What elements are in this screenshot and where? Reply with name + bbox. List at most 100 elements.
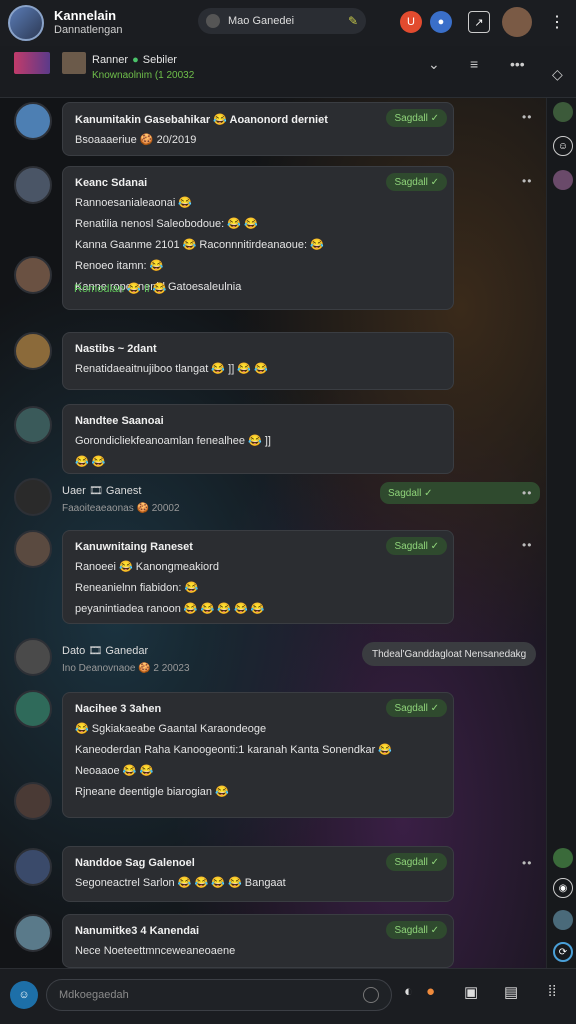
message-line: Kanna Gaanme 2101 😂 Raconnnitirdeanaoue:… <box>75 239 324 251</box>
avatar[interactable] <box>14 914 52 952</box>
message-line: Kaneoderdan Raha Kanoogeonti:1 karanah K… <box>75 744 393 756</box>
message-meta: Faaoiteaeaonas 🍪 20002 <box>62 503 180 514</box>
channel-title: Ranner <box>92 54 129 66</box>
message-meta: Bsoaaaeriue 🍪 20/2019 <box>75 134 197 146</box>
search-icon <box>206 14 220 28</box>
more-icon[interactable]: •• <box>522 486 532 500</box>
message-line: Nece Noeteettmnceweaneoaene <box>75 945 236 957</box>
message-line: peyanintiadea ranoon 😂 😂 😂 😂 😂 <box>75 603 265 615</box>
message-line: Gorondicliekfeanoamlan fenealhee 😂 ]] <box>75 435 271 447</box>
avatar[interactable] <box>14 638 52 676</box>
channel-status: Sebiler <box>142 54 177 66</box>
status-tag[interactable]: Sagdall ✓ <box>386 699 447 717</box>
message-author: Dato 🎞 Ganedar <box>62 645 149 657</box>
right-rail: ☺ ◉ ⟳ <box>546 98 576 968</box>
profile-avatar[interactable] <box>502 7 532 37</box>
message-card[interactable]: Nacihee 3 3ahen 😂 Sgkiakaeabe Gaantal Ka… <box>62 692 454 818</box>
app-title: Kannelain <box>54 8 117 23</box>
avatar[interactable] <box>14 848 52 886</box>
message-plain: Dato 🎞 Ganedar Ino Deanovnaoe 🍪 2 20023 <box>62 644 190 674</box>
message-line: Segoneactrel Sarlon 😂 😂 😂 😂 Bangaat <box>75 877 286 889</box>
more-icon[interactable]: ⋮ <box>546 11 568 33</box>
more-icon[interactable]: •• <box>522 856 532 870</box>
message-author: Nandtee Saanoai <box>75 415 164 427</box>
message-card[interactable]: Nandtee Saanoai Gorondicliekfeanoamlan f… <box>62 404 454 474</box>
message-line: Neoaaoe 😂 😂 <box>75 765 154 777</box>
message-feed[interactable]: Kanumitakin Gasebahikar 😂 Aoanonord dern… <box>0 98 546 968</box>
notification-badge[interactable]: U <box>400 11 422 33</box>
message-line: Renatilia nenosl Saleobodoue: 😂 😂 <box>75 218 258 230</box>
reply-pill[interactable]: Thdeal'Ganddagloat Nensanedakg <box>362 642 537 666</box>
attach-icon[interactable] <box>363 987 379 1003</box>
top-bar: Kannelain Dannatlengan Mao Ganedei ✎ U ●… <box>0 0 576 46</box>
message-author: Nastibs ~ 2dant <box>75 343 157 355</box>
message-card[interactable]: Nastibs ~ 2dant Renatidaeaitnujiboo tlan… <box>62 332 454 390</box>
message-line: Ranoeei 😂 Kanongmeakiord <box>75 561 219 573</box>
status-tag[interactable]: Sagdall ✓ <box>386 537 447 555</box>
face-icon[interactable]: ☺ <box>553 136 573 156</box>
search-text: Mao Ganedei <box>228 15 295 27</box>
channel-sub: Knownaolnim (1 20032 <box>92 70 195 81</box>
image-icon[interactable]: ▣ <box>464 983 478 1001</box>
avatar[interactable] <box>14 406 52 444</box>
sync-icon[interactable]: ⟳ <box>553 942 573 962</box>
channel-thumbnail[interactable] <box>62 52 86 74</box>
avatar[interactable] <box>14 478 52 516</box>
edit-icon[interactable]: ✎ <box>348 14 358 28</box>
message-card[interactable]: Nanumitke3 4 Kanendai Nece Noeteettmncew… <box>62 914 454 968</box>
rail-avatar[interactable] <box>553 848 573 868</box>
channel-bar: Ranner ● Sebiler Knownaolnim (1 20032 ⌄ ≡ … <box>0 46 576 98</box>
bottom-bar: ☺ Mdkoegaedah ◐ ● ▣ ▤ ⁞⁞ <box>0 968 576 1024</box>
avatar[interactable] <box>14 166 52 204</box>
status-tag[interactable]: Sagdall ✓ <box>386 853 447 871</box>
rail-avatar[interactable] <box>553 910 573 930</box>
pin-icon[interactable]: ◇ <box>552 66 563 83</box>
rail-avatar[interactable] <box>553 170 573 190</box>
app-logo[interactable] <box>8 5 44 41</box>
avatar[interactable] <box>14 782 52 820</box>
channel-name: Ranner ● Sebiler <box>92 54 177 66</box>
more-icon[interactable]: •• <box>522 538 532 552</box>
apps-icon[interactable]: ⁞⁞ <box>548 983 556 1000</box>
avatar[interactable] <box>14 332 52 370</box>
chevron-down-icon[interactable]: ⌄ <box>428 56 440 73</box>
message-line: Romodian 😂 Il 😂 <box>74 283 167 295</box>
message-line: 😂 Sgkiakaeabe Gaantal Karaondeoge <box>75 723 267 735</box>
reaction-icon[interactable]: ● <box>426 983 435 1000</box>
message-meta: Ino Deanovnaoe 🍪 2 20023 <box>62 663 190 674</box>
message-line: Rannoesanialeaonai 😂 <box>75 197 193 209</box>
app-subtitle: Dannatlengan <box>54 24 123 36</box>
avatar[interactable] <box>14 102 52 140</box>
filter-icon[interactable]: ≡ <box>470 56 478 72</box>
message-line: 😂 😂 <box>75 456 106 468</box>
message-line: Renatidaeaitnujiboo tlangat 😂 ]] 😂 😂 <box>75 363 268 375</box>
message-input[interactable]: Mdkoegaedah <box>46 979 392 1011</box>
message-plain: Uaer 🎞 Ganest Faaoiteaeaonas 🍪 20002 <box>62 484 180 514</box>
status-badge[interactable]: ● <box>430 11 452 33</box>
search-box[interactable]: Mao Ganedei ✎ <box>198 8 366 34</box>
avatar[interactable] <box>14 690 52 728</box>
status-tag[interactable]: Sagdall ✓ <box>386 921 447 939</box>
status-tag[interactable]: Sagdall ✓ <box>386 109 447 127</box>
share-icon[interactable]: ↗ <box>468 11 490 33</box>
emoji-picker-icon[interactable]: ☺ <box>10 981 38 1009</box>
voice-icon[interactable]: ◐ <box>404 983 413 1000</box>
message-card[interactable]: Kanuwnitaing Raneset Ranoeei 😂 Kanongmea… <box>62 530 454 624</box>
message-author: Uaer 🎞 Ganest <box>62 485 142 497</box>
channel-banner[interactable] <box>14 52 50 74</box>
more-icon[interactable]: •• <box>522 174 532 188</box>
message-line: Rjneane deentigle biarogian 😂 <box>75 786 229 798</box>
message-line: Renoeo itamn: 😂 <box>75 260 164 272</box>
options-icon[interactable]: ••• <box>510 56 525 72</box>
message-card[interactable]: Nanddoe Sag Galenoel Segoneactrel Sarlon… <box>62 846 454 902</box>
gif-icon[interactable]: ▤ <box>504 983 518 1001</box>
status-tag[interactable]: Sagdall ✓ <box>386 173 447 191</box>
message-card[interactable]: Kanumitakin Gasebahikar 😂 Aoanonord dern… <box>62 102 454 156</box>
rail-avatar[interactable] <box>553 102 573 122</box>
avatar[interactable] <box>14 530 52 568</box>
app-title-block: Kannelain Dannatlengan <box>54 9 123 37</box>
avatar[interactable] <box>14 256 52 294</box>
status-tag[interactable]: Sagdall ✓ <box>380 482 540 504</box>
more-icon[interactable]: •• <box>522 110 532 124</box>
record-icon[interactable]: ◉ <box>553 878 573 898</box>
